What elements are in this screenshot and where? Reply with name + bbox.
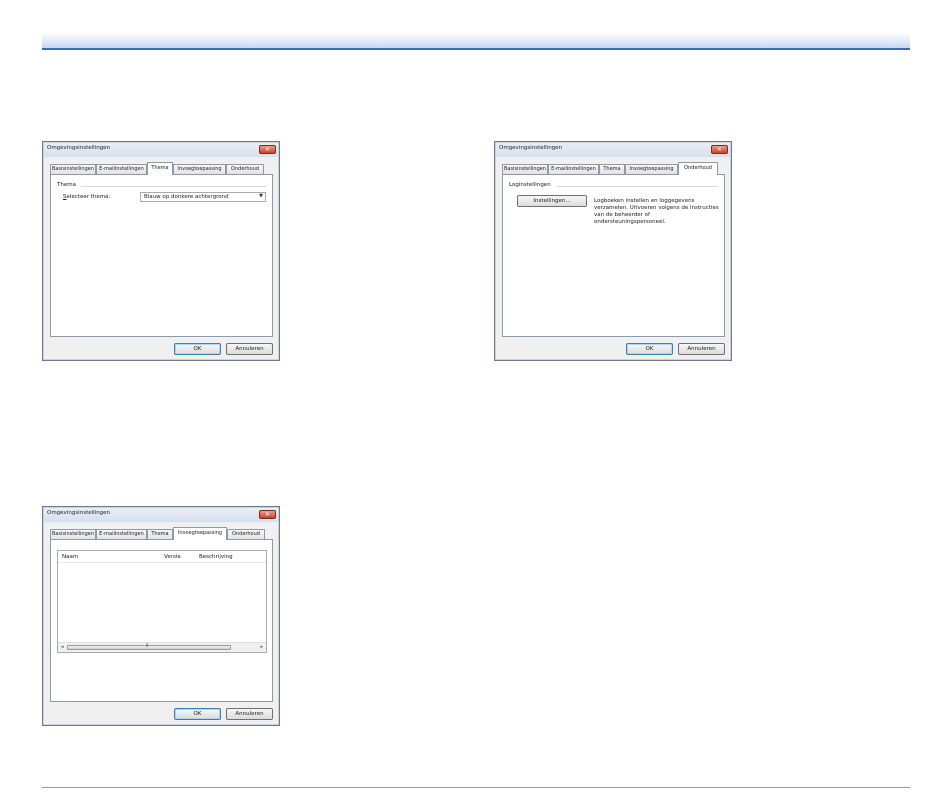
column-header-version[interactable]: Versie — [164, 554, 181, 560]
tab-basic-settings[interactable]: Basisinstellingen — [502, 164, 548, 174]
tab-plugin[interactable]: Invoegtoepassing — [625, 164, 678, 174]
settings-dialog-theme: Omgevingsinstellingen ✕ Basisinstellinge… — [42, 141, 280, 361]
settings-dialog-maintenance: Omgevingsinstellingen ✕ Basisinstellinge… — [494, 141, 732, 361]
cancel-button[interactable]: Annuleren — [226, 708, 273, 720]
cancel-button[interactable]: Annuleren — [678, 343, 725, 355]
description-line: Logboeken instellen en loggegevens — [594, 198, 695, 204]
ok-button[interactable]: OK — [174, 708, 221, 720]
tab-email-settings[interactable]: E-mailinstellingen — [96, 529, 147, 539]
column-header-name[interactable]: Naam — [62, 554, 78, 560]
tab-maintenance[interactable]: Onderhoud — [226, 164, 264, 174]
tab-basic-settings[interactable]: Basisinstellingen — [50, 529, 96, 539]
chevron-down-icon[interactable]: ▼ — [259, 193, 263, 199]
ok-button[interactable]: OK — [626, 343, 673, 355]
tab-theme[interactable]: Thema — [599, 164, 625, 174]
tab-email-settings[interactable]: E-mailinstellingen — [548, 164, 599, 174]
tab-plugin[interactable]: Invoegtoepassing — [173, 527, 227, 540]
description-line: van de beheerder of — [594, 212, 650, 218]
scroll-right-icon[interactable]: ▸ — [260, 644, 263, 650]
plugin-list[interactable]: Naam Versie Beschrijving ◂ ⦀ ▸ — [57, 550, 267, 653]
select-theme-label-text: electeer thema: — [66, 194, 111, 200]
tab-theme[interactable]: Thema — [147, 162, 173, 175]
select-theme-label: Selecteer thema: — [63, 194, 110, 200]
description-line: ondersteuningspersoneel. — [594, 219, 666, 225]
log-settings-button[interactable]: Instellingen... — [517, 195, 587, 207]
tab-maintenance[interactable]: Onderhoud — [678, 162, 718, 175]
settings-dialog-plugins: Omgevingsinstellingen ✕ Basisinstellinge… — [42, 506, 280, 726]
tab-panel-theme: Thema Selecteer thema: Blauw op donkere … — [50, 174, 273, 337]
dialog-title: Omgevingsinstellingen — [47, 510, 111, 516]
group-label-theme: Thema — [57, 182, 76, 188]
tab-plugin[interactable]: Invoegtoepassing — [173, 164, 226, 174]
scroll-left-icon[interactable]: ◂ — [61, 644, 64, 650]
log-settings-description: Logboeken instellen en loggegevens verza… — [594, 198, 722, 226]
tab-theme[interactable]: Thema — [147, 529, 173, 539]
plugin-list-header: Naam Versie Beschrijving — [58, 551, 266, 563]
description-line: verzamelen. Uitvoeren volgens de instruc… — [594, 205, 719, 211]
close-icon[interactable]: ✕ — [259, 145, 276, 154]
dialog-titlebar: Omgevingsinstellingen ✕ — [44, 143, 278, 157]
group-label-log-settings: Loginstellingen — [509, 182, 551, 188]
dialog-titlebar: Omgevingsinstellingen ✕ — [44, 508, 278, 522]
scrollbar-thumb[interactable]: ⦀ — [67, 643, 231, 650]
cancel-button[interactable]: Annuleren — [226, 343, 273, 355]
group-divider — [557, 186, 718, 187]
close-icon[interactable]: ✕ — [711, 145, 728, 154]
theme-select[interactable]: Blauw op donkere achtergrond ▼ — [140, 192, 266, 202]
tab-email-settings[interactable]: E-mailinstellingen — [96, 164, 147, 174]
tab-basic-settings[interactable]: Basisinstellingen — [50, 164, 96, 174]
dialog-title: Omgevingsinstellingen — [47, 145, 111, 151]
close-icon[interactable]: ✕ — [259, 510, 276, 519]
ok-button[interactable]: OK — [174, 343, 221, 355]
group-divider — [81, 186, 266, 187]
tab-maintenance[interactable]: Onderhoud — [227, 529, 265, 539]
tab-panel-maintenance: Loginstellingen Instellingen... Logboeke… — [502, 174, 725, 337]
tab-panel-plugins: Naam Versie Beschrijving ◂ ⦀ ▸ — [50, 539, 273, 702]
column-header-description[interactable]: Beschrijving — [199, 554, 233, 560]
theme-select-value: Blauw op donkere achtergrond — [144, 194, 229, 200]
scroll-grip-icon: ⦀ — [146, 643, 149, 649]
page-header-bar — [42, 32, 910, 50]
dialog-title: Omgevingsinstellingen — [499, 145, 563, 151]
dialog-titlebar: Omgevingsinstellingen ✕ — [496, 143, 730, 157]
page-footer-rule — [42, 787, 910, 788]
horizontal-scrollbar[interactable]: ◂ ⦀ ▸ — [58, 642, 266, 652]
